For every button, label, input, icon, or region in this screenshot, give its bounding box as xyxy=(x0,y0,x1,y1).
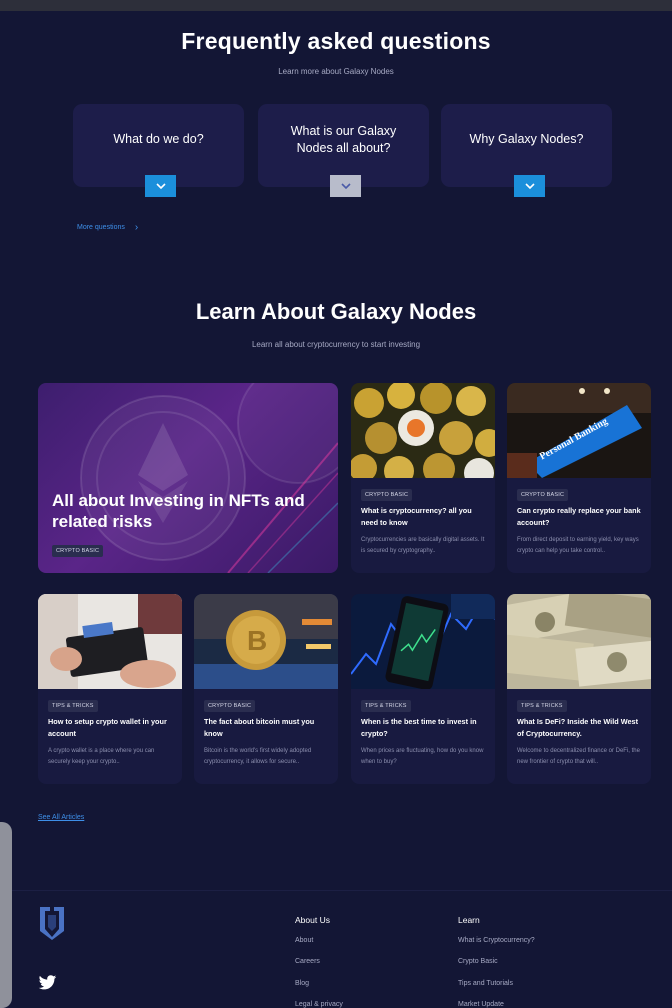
bitcoin-image: B xyxy=(194,594,338,689)
svg-text:B: B xyxy=(247,625,267,656)
footer-link-legal[interactable]: Legal & privacy xyxy=(295,1001,343,1008)
article-tag: CRYPTO BASIC xyxy=(204,700,256,712)
chevron-down-icon xyxy=(524,182,535,189)
article-card[interactable]: TIPS & TRICKS When is the best time to i… xyxy=(351,594,495,784)
article-card[interactable]: Personal Banking CRYPTO BASIC Can crypto… xyxy=(507,383,651,573)
faq-expand-button[interactable] xyxy=(514,175,545,197)
article-card[interactable]: TIPS & TRICKS What Is DeFi? Inside the W… xyxy=(507,594,651,784)
article-card[interactable]: B CRYPTO BASIC The fact about bitcoin mu… xyxy=(194,594,338,784)
article-description: Cryptocurrencies are basically digital a… xyxy=(361,537,485,554)
article-card[interactable]: TIPS & TRICKS How to setup crypto wallet… xyxy=(38,594,182,784)
article-description: A crypto wallet is a place where you can… xyxy=(48,748,155,765)
featured-article-title: All about Investing in NFTs and related … xyxy=(52,491,305,531)
article-title: What is cryptocurrency? all you need to … xyxy=(361,506,472,527)
article-description: Bitcoin is the world's first widely adop… xyxy=(204,748,312,765)
article-title: The fact about bitcoin must you know xyxy=(204,717,315,738)
footer-about-heading: About Us xyxy=(295,915,330,925)
faq-expand-button[interactable] xyxy=(145,175,176,197)
article-card[interactable]: CRYPTO BASIC What is cryptocurrency? all… xyxy=(351,383,495,573)
side-edge-handle[interactable] xyxy=(0,822,12,1008)
article-tag: CRYPTO BASIC xyxy=(361,489,413,501)
footer-link-tips[interactable]: Tips and Tutorials xyxy=(458,980,513,987)
footer-link-crypto-basic[interactable]: Crypto Basic xyxy=(458,958,498,965)
chevron-down-icon xyxy=(340,182,351,189)
more-questions-label: More questions xyxy=(77,224,125,231)
footer-link-what-is-crypto[interactable]: What is Cryptocurrency? xyxy=(458,937,535,944)
article-tag: TIPS & TRICKS xyxy=(361,700,411,712)
faq-subtitle: Learn more about Galaxy Nodes xyxy=(278,67,394,76)
article-tag: TIPS & TRICKS xyxy=(517,700,567,712)
faq-expand-button[interactable] xyxy=(330,175,361,197)
article-description: From direct deposit to earning yield, ke… xyxy=(517,537,639,554)
chevron-down-icon xyxy=(155,182,166,189)
wallet-image xyxy=(38,594,182,689)
trading-phone-image xyxy=(351,594,495,689)
learn-subtitle: Learn all about cryptocurrency to start … xyxy=(251,340,421,349)
faq-title: Frequently asked questions xyxy=(181,28,491,54)
article-title: Can crypto really replace your bank acco… xyxy=(517,506,641,527)
top-status-bar xyxy=(0,0,672,11)
footer-link-blog[interactable]: Blog xyxy=(295,980,309,987)
galaxy-nodes-logo-icon xyxy=(40,907,64,940)
article-description: When prices are fluctuating, how do you … xyxy=(361,748,484,765)
coins-image xyxy=(351,383,495,478)
footer-divider xyxy=(0,890,672,891)
article-description: Welcome to decentralized finance or DeFi… xyxy=(517,748,640,765)
see-all-articles-link[interactable]: See All Articles xyxy=(38,814,84,821)
dollar-bills-image xyxy=(507,594,651,689)
faq-question-label: What do we do? xyxy=(113,132,204,146)
footer-link-about[interactable]: About xyxy=(295,937,313,944)
faq-question-label: Why Galaxy Nodes? xyxy=(469,132,584,146)
footer-link-market-update[interactable]: Market Update xyxy=(458,1001,504,1008)
article-title: How to setup crypto wallet in your accou… xyxy=(48,717,167,738)
article-tag: CRYPTO BASIC xyxy=(517,489,569,501)
twitter-icon[interactable] xyxy=(38,975,57,991)
footer-link-careers[interactable]: Careers xyxy=(295,958,320,965)
footer-learn-heading: Learn xyxy=(458,915,480,925)
chevron-right-icon: › xyxy=(134,222,139,233)
faq-question-label: What is our Galaxy Nodes all about? xyxy=(290,123,397,155)
article-title: When is the best time to invest in crypt… xyxy=(361,717,477,738)
article-title: What Is DeFi? Inside the Wild West of Cr… xyxy=(517,717,639,738)
more-questions-link[interactable]: More questions › xyxy=(77,222,138,233)
featured-article-tag: CRYPTO BASIC xyxy=(52,545,104,557)
learn-title: Learn About Galaxy Nodes xyxy=(195,299,477,324)
article-tag: TIPS & TRICKS xyxy=(48,700,98,712)
